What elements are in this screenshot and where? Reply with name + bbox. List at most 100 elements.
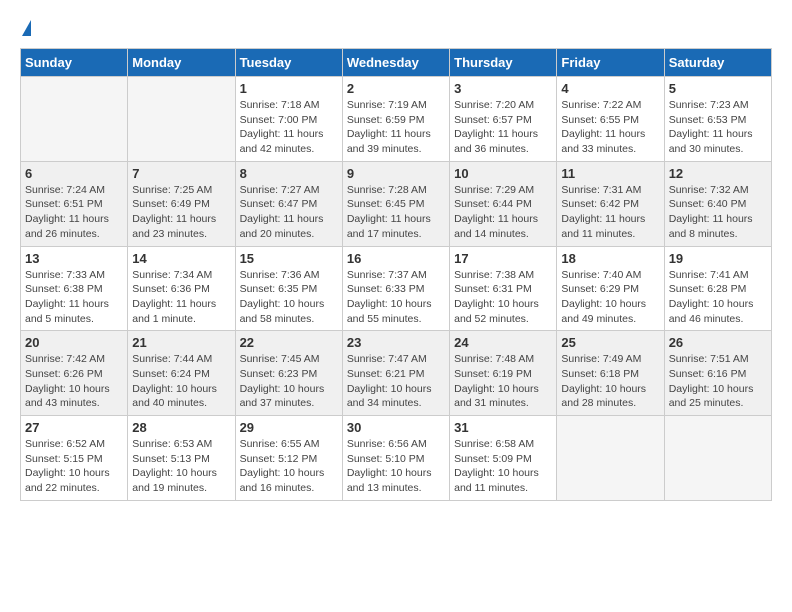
calendar-cell: 18 Sunrise: 7:40 AM Sunset: 6:29 PM Dayli…	[557, 246, 664, 331]
calendar-week-row: 1Sunrise: 7:18 AM Sunset: 7:00 PM Daylig…	[21, 77, 772, 162]
calendar-cell: 23 Sunrise: 7:47 AM Sunset: 6:21 PM Dayli…	[342, 331, 449, 416]
day-number: 31	[454, 420, 552, 435]
day-detail: Sunrise: 7:44 AM Sunset: 6:24 PM Dayligh…	[132, 352, 230, 411]
day-of-week-header: Saturday	[664, 49, 771, 77]
day-number: 15	[240, 251, 338, 266]
calendar-cell: 31 Sunrise: 6:58 AM Sunset: 5:09 PM Dayli…	[450, 416, 557, 501]
day-number: 5	[669, 81, 767, 96]
logo	[20, 20, 31, 38]
day-detail: Sunrise: 7:33 AM Sunset: 6:38 PM Dayligh…	[25, 268, 123, 327]
day-number: 21	[132, 335, 230, 350]
calendar-cell: 27Sunrise: 6:52 AM Sunset: 5:15 PM Dayli…	[21, 416, 128, 501]
day-detail: Sunrise: 7:29 AM Sunset: 6:44 PM Dayligh…	[454, 183, 552, 242]
day-detail: Sunrise: 7:41 AM Sunset: 6:28 PM Dayligh…	[669, 268, 767, 327]
calendar-cell: 10 Sunrise: 7:29 AM Sunset: 6:44 PM Dayli…	[450, 161, 557, 246]
day-number: 28	[132, 420, 230, 435]
day-number: 9	[347, 166, 445, 181]
day-of-week-header: Wednesday	[342, 49, 449, 77]
day-number: 26	[669, 335, 767, 350]
day-detail: Sunrise: 7:28 AM Sunset: 6:45 PM Dayligh…	[347, 183, 445, 242]
calendar-header-row: SundayMondayTuesdayWednesdayThursdayFrid…	[21, 49, 772, 77]
day-number: 6	[25, 166, 123, 181]
day-detail: Sunrise: 7:27 AM Sunset: 6:47 PM Dayligh…	[240, 183, 338, 242]
calendar-cell: 3Sunrise: 7:20 AM Sunset: 6:57 PM Daylig…	[450, 77, 557, 162]
day-detail: Sunrise: 7:22 AM Sunset: 6:55 PM Dayligh…	[561, 98, 659, 157]
day-number: 22	[240, 335, 338, 350]
day-number: 7	[132, 166, 230, 181]
day-detail: Sunrise: 7:40 AM Sunset: 6:29 PM Dayligh…	[561, 268, 659, 327]
day-detail: Sunrise: 7:47 AM Sunset: 6:21 PM Dayligh…	[347, 352, 445, 411]
day-number: 14	[132, 251, 230, 266]
day-of-week-header: Thursday	[450, 49, 557, 77]
day-detail: Sunrise: 7:25 AM Sunset: 6:49 PM Dayligh…	[132, 183, 230, 242]
calendar-cell: 14 Sunrise: 7:34 AM Sunset: 6:36 PM Dayli…	[128, 246, 235, 331]
calendar-cell: 22 Sunrise: 7:45 AM Sunset: 6:23 PM Dayli…	[235, 331, 342, 416]
calendar-cell	[557, 416, 664, 501]
day-detail: Sunrise: 6:55 AM Sunset: 5:12 PM Dayligh…	[240, 437, 338, 496]
day-detail: Sunrise: 7:37 AM Sunset: 6:33 PM Dayligh…	[347, 268, 445, 327]
calendar-table: SundayMondayTuesdayWednesdayThursdayFrid…	[20, 48, 772, 501]
day-number: 4	[561, 81, 659, 96]
day-detail: Sunrise: 7:23 AM Sunset: 6:53 PM Dayligh…	[669, 98, 767, 157]
day-detail: Sunrise: 7:38 AM Sunset: 6:31 PM Dayligh…	[454, 268, 552, 327]
calendar-week-row: 13 Sunrise: 7:33 AM Sunset: 6:38 PM Dayli…	[21, 246, 772, 331]
day-number: 29	[240, 420, 338, 435]
calendar-cell: 26 Sunrise: 7:51 AM Sunset: 6:16 PM Dayli…	[664, 331, 771, 416]
day-detail: Sunrise: 6:58 AM Sunset: 5:09 PM Dayligh…	[454, 437, 552, 496]
calendar-cell: 5 Sunrise: 7:23 AM Sunset: 6:53 PM Daylig…	[664, 77, 771, 162]
page-header	[20, 20, 772, 38]
calendar-cell	[21, 77, 128, 162]
day-detail: Sunrise: 7:32 AM Sunset: 6:40 PM Dayligh…	[669, 183, 767, 242]
day-number: 12	[669, 166, 767, 181]
day-of-week-header: Friday	[557, 49, 664, 77]
calendar-cell: 11Sunrise: 7:31 AM Sunset: 6:42 PM Dayli…	[557, 161, 664, 246]
day-number: 30	[347, 420, 445, 435]
calendar-cell: 9 Sunrise: 7:28 AM Sunset: 6:45 PM Daylig…	[342, 161, 449, 246]
day-detail: Sunrise: 7:36 AM Sunset: 6:35 PM Dayligh…	[240, 268, 338, 327]
day-number: 17	[454, 251, 552, 266]
calendar-cell: 4 Sunrise: 7:22 AM Sunset: 6:55 PM Daylig…	[557, 77, 664, 162]
day-number: 10	[454, 166, 552, 181]
day-number: 19	[669, 251, 767, 266]
day-detail: Sunrise: 7:51 AM Sunset: 6:16 PM Dayligh…	[669, 352, 767, 411]
day-detail: Sunrise: 7:45 AM Sunset: 6:23 PM Dayligh…	[240, 352, 338, 411]
day-detail: Sunrise: 6:53 AM Sunset: 5:13 PM Dayligh…	[132, 437, 230, 496]
calendar-cell: 28 Sunrise: 6:53 AM Sunset: 5:13 PM Dayli…	[128, 416, 235, 501]
day-detail: Sunrise: 7:24 AM Sunset: 6:51 PM Dayligh…	[25, 183, 123, 242]
day-number: 8	[240, 166, 338, 181]
day-number: 1	[240, 81, 338, 96]
calendar-cell: 13 Sunrise: 7:33 AM Sunset: 6:38 PM Dayli…	[21, 246, 128, 331]
calendar-cell: 2 Sunrise: 7:19 AM Sunset: 6:59 PM Daylig…	[342, 77, 449, 162]
day-detail: Sunrise: 7:31 AM Sunset: 6:42 PM Dayligh…	[561, 183, 659, 242]
day-of-week-header: Monday	[128, 49, 235, 77]
day-number: 24	[454, 335, 552, 350]
day-detail: Sunrise: 7:49 AM Sunset: 6:18 PM Dayligh…	[561, 352, 659, 411]
day-detail: Sunrise: 7:34 AM Sunset: 6:36 PM Dayligh…	[132, 268, 230, 327]
day-of-week-header: Sunday	[21, 49, 128, 77]
day-of-week-header: Tuesday	[235, 49, 342, 77]
day-number: 23	[347, 335, 445, 350]
day-detail: Sunrise: 7:48 AM Sunset: 6:19 PM Dayligh…	[454, 352, 552, 411]
calendar-cell: 6 Sunrise: 7:24 AM Sunset: 6:51 PM Daylig…	[21, 161, 128, 246]
logo-triangle-icon	[22, 20, 31, 36]
calendar-cell: 29 Sunrise: 6:55 AM Sunset: 5:12 PM Dayli…	[235, 416, 342, 501]
calendar-cell: 15 Sunrise: 7:36 AM Sunset: 6:35 PM Dayli…	[235, 246, 342, 331]
calendar-cell: 25Sunrise: 7:49 AM Sunset: 6:18 PM Dayli…	[557, 331, 664, 416]
calendar-cell	[128, 77, 235, 162]
day-number: 18	[561, 251, 659, 266]
day-detail: Sunrise: 7:42 AM Sunset: 6:26 PM Dayligh…	[25, 352, 123, 411]
calendar-cell: 7 Sunrise: 7:25 AM Sunset: 6:49 PM Daylig…	[128, 161, 235, 246]
calendar-cell: 8 Sunrise: 7:27 AM Sunset: 6:47 PM Daylig…	[235, 161, 342, 246]
day-detail: Sunrise: 6:56 AM Sunset: 5:10 PM Dayligh…	[347, 437, 445, 496]
calendar-cell: 21 Sunrise: 7:44 AM Sunset: 6:24 PM Dayli…	[128, 331, 235, 416]
day-number: 2	[347, 81, 445, 96]
day-number: 20	[25, 335, 123, 350]
calendar-cell: 17 Sunrise: 7:38 AM Sunset: 6:31 PM Dayli…	[450, 246, 557, 331]
calendar-cell: 1Sunrise: 7:18 AM Sunset: 7:00 PM Daylig…	[235, 77, 342, 162]
calendar-cell: 12 Sunrise: 7:32 AM Sunset: 6:40 PM Dayli…	[664, 161, 771, 246]
calendar-week-row: 20 Sunrise: 7:42 AM Sunset: 6:26 PM Dayli…	[21, 331, 772, 416]
day-number: 13	[25, 251, 123, 266]
calendar-cell: 30 Sunrise: 6:56 AM Sunset: 5:10 PM Dayli…	[342, 416, 449, 501]
day-detail: Sunrise: 7:19 AM Sunset: 6:59 PM Dayligh…	[347, 98, 445, 157]
day-number: 3	[454, 81, 552, 96]
